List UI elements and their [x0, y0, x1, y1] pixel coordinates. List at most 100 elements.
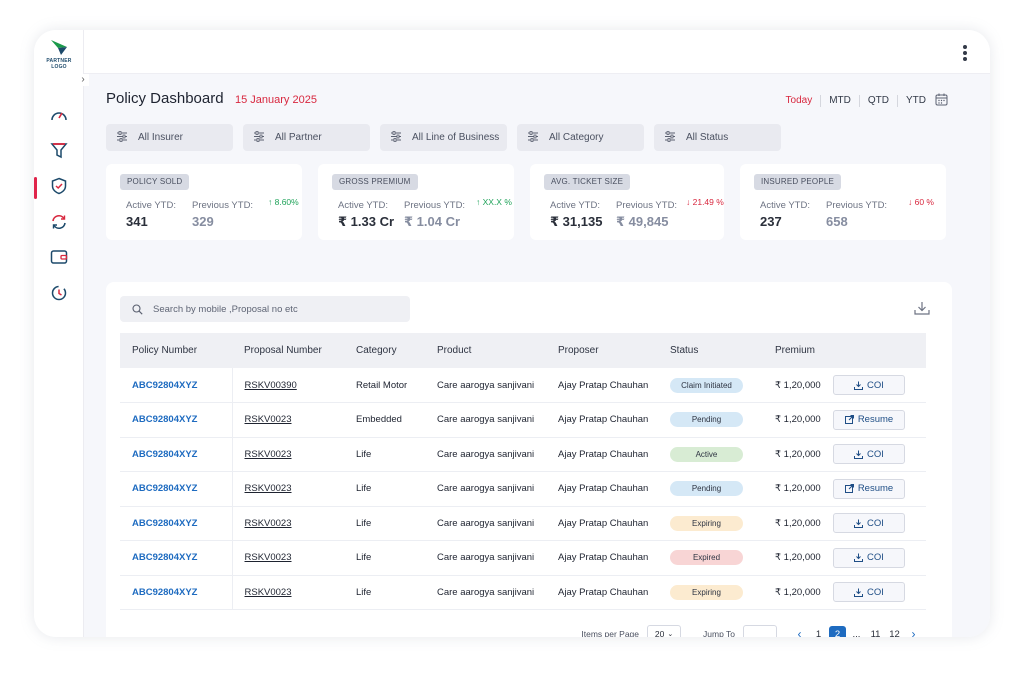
resume-button[interactable]: Resume [833, 409, 905, 430]
filter-label: All Status [686, 132, 729, 143]
filter-label: All Insurer [138, 132, 184, 143]
proposer-cell: Ajay Pratap Chauhan [546, 540, 658, 576]
partner-logo[interactable]: PARTNER LOGO [39, 38, 79, 70]
download-icon [854, 381, 864, 390]
column-header: Product [437, 345, 472, 356]
kpi-previous-value: ₹ 1.04 Cr [404, 214, 461, 229]
table-row: ABC92804XYZ RSKV0023 Life Care aarogya sanj… [120, 471, 926, 507]
category-cell: Life [344, 471, 425, 507]
download-icon[interactable] [914, 301, 930, 320]
kpi-title: AVG. TICKET SIZE [544, 174, 631, 190]
sidebar: PARTNER LOGO [34, 30, 84, 637]
policy-number-link[interactable]: ABC92804XYZ [120, 506, 233, 541]
page-number[interactable]: 1 [810, 626, 827, 638]
kpi-change: ↑ 8.60% [268, 197, 299, 207]
product-cell: Care aarogya sanjivani [425, 402, 546, 438]
filter-sliders-icon [664, 130, 676, 145]
filter-all-status[interactable]: All Status [654, 124, 781, 151]
policy-number-link[interactable]: ABC92804XYZ [120, 437, 233, 472]
filter-label: All Partner [275, 132, 322, 143]
proposer-cell: Ajay Pratap Chauhan [546, 368, 658, 403]
period-today[interactable]: Today [778, 95, 821, 107]
proposal-number-link[interactable]: RSKV0023 [245, 483, 292, 494]
filter-all-partner[interactable]: All Partner [243, 124, 370, 151]
proposer-cell: Ajay Pratap Chauhan [546, 506, 658, 541]
policy-number-link[interactable]: ABC92804XYZ [120, 540, 233, 576]
jump-to-input[interactable] [743, 625, 777, 637]
product-cell: Care aarogya sanjivani [425, 506, 546, 541]
next-page-icon[interactable]: › [905, 626, 922, 638]
period-selector: Today MTD QTD YTD [778, 95, 934, 107]
table-row: ABC92804XYZ RSKV0023 Embedded Care aarogya … [120, 402, 926, 438]
sidebar-item-wallet[interactable] [34, 247, 84, 271]
sidebar-item-speedometer[interactable] [34, 105, 84, 129]
period-ytd[interactable]: YTD [897, 95, 934, 107]
kpi-card: INSURED PEOPLE Active YTD: 237 Previous YTD… [740, 164, 946, 240]
policy-table: Policy Number Proposal Number Category Prod… [120, 333, 926, 610]
prev-page-icon[interactable]: ‹ [791, 626, 808, 638]
sidebar-item-renewal[interactable] [34, 283, 84, 307]
sidebar-item-refresh[interactable] [34, 212, 84, 236]
column-header: Proposal Number [244, 345, 322, 356]
jump-to-label: Jump To [703, 629, 735, 637]
external-link-icon [844, 484, 854, 494]
external-link-icon [844, 415, 854, 425]
premium-cell: ₹ 1,20,000 [763, 471, 833, 507]
policy-number-link[interactable]: ABC92804XYZ [120, 402, 233, 438]
action-label: COI [867, 448, 884, 460]
table-header: Policy Number Proposal Number Category Prod… [120, 333, 926, 368]
more-options-icon[interactable] [962, 45, 968, 63]
period-mtd[interactable]: MTD [820, 95, 859, 107]
page-number[interactable]: 12 [886, 626, 903, 638]
kpi-active-label: Active YTD: [126, 200, 176, 211]
column-header-actions [833, 333, 926, 368]
filter-all-insurer[interactable]: All Insurer [106, 124, 233, 151]
speedometer-icon [50, 107, 68, 128]
download-icon [854, 519, 864, 528]
coi-button[interactable]: COI [833, 547, 905, 568]
action-label: COI [867, 517, 884, 529]
coi-button[interactable]: COI [833, 582, 905, 603]
premium-cell: ₹ 1,20,000 [763, 575, 833, 610]
policy-number-link[interactable]: ABC92804XYZ [120, 368, 233, 403]
kpi-active-label: Active YTD: [760, 200, 810, 211]
filter-all-line-of-business[interactable]: All Line of Business [380, 124, 507, 151]
proposal-number-link[interactable]: RSKV00390 [245, 380, 297, 391]
sidebar-item-funnel[interactable] [34, 140, 84, 164]
items-per-page-select[interactable]: 20 ⌄ [647, 625, 682, 637]
proposal-number-link[interactable]: RSKV0023 [245, 552, 292, 563]
action-label: COI [867, 552, 884, 564]
proposal-number-link[interactable]: RSKV0023 [245, 587, 292, 598]
search-input[interactable] [153, 303, 393, 315]
policy-number-link[interactable]: ABC92804XYZ [120, 575, 233, 610]
coi-button[interactable]: COI [833, 513, 905, 534]
kpi-change: ↓ 21.49 % [686, 197, 724, 207]
policy-number-link[interactable]: ABC92804XYZ [120, 471, 233, 507]
category-cell: Life [344, 540, 425, 576]
filter-sliders-icon [116, 130, 128, 145]
main-content: Policy Dashboard 15 January 2025 Today M… [84, 74, 990, 637]
kpi-previous-label: Previous YTD: [404, 200, 466, 211]
kpi-card: GROSS PREMIUM Active YTD: ₹ 1.33 Cr Previou… [318, 164, 514, 240]
filter-all-category[interactable]: All Category [517, 124, 644, 151]
page-number[interactable]: 11 [867, 626, 884, 638]
action-label: Resume [857, 483, 894, 495]
status-badge: Expiring [670, 515, 743, 531]
proposal-number-link[interactable]: RSKV0023 [245, 518, 292, 529]
product-cell: Care aarogya sanjivani [425, 575, 546, 610]
wallet-icon [50, 249, 68, 270]
download-icon [854, 450, 864, 459]
resume-button[interactable]: Resume [833, 478, 905, 499]
sidebar-collapse-toggle[interactable]: › [77, 74, 89, 86]
category-cell: Embedded [344, 402, 425, 438]
page-number[interactable]: 2 [829, 625, 846, 637]
page-title: Policy Dashboard [106, 90, 224, 107]
coi-button[interactable]: COI [833, 444, 905, 465]
proposal-number-link[interactable]: RSKV0023 [245, 414, 292, 425]
sidebar-item-shield-check[interactable] [34, 176, 84, 200]
status-badge: Claim Initiated [670, 377, 743, 393]
coi-button[interactable]: COI [833, 375, 905, 395]
calendar-icon[interactable] [935, 93, 948, 111]
period-qtd[interactable]: QTD [858, 95, 897, 107]
proposal-number-link[interactable]: RSKV0023 [245, 449, 292, 460]
